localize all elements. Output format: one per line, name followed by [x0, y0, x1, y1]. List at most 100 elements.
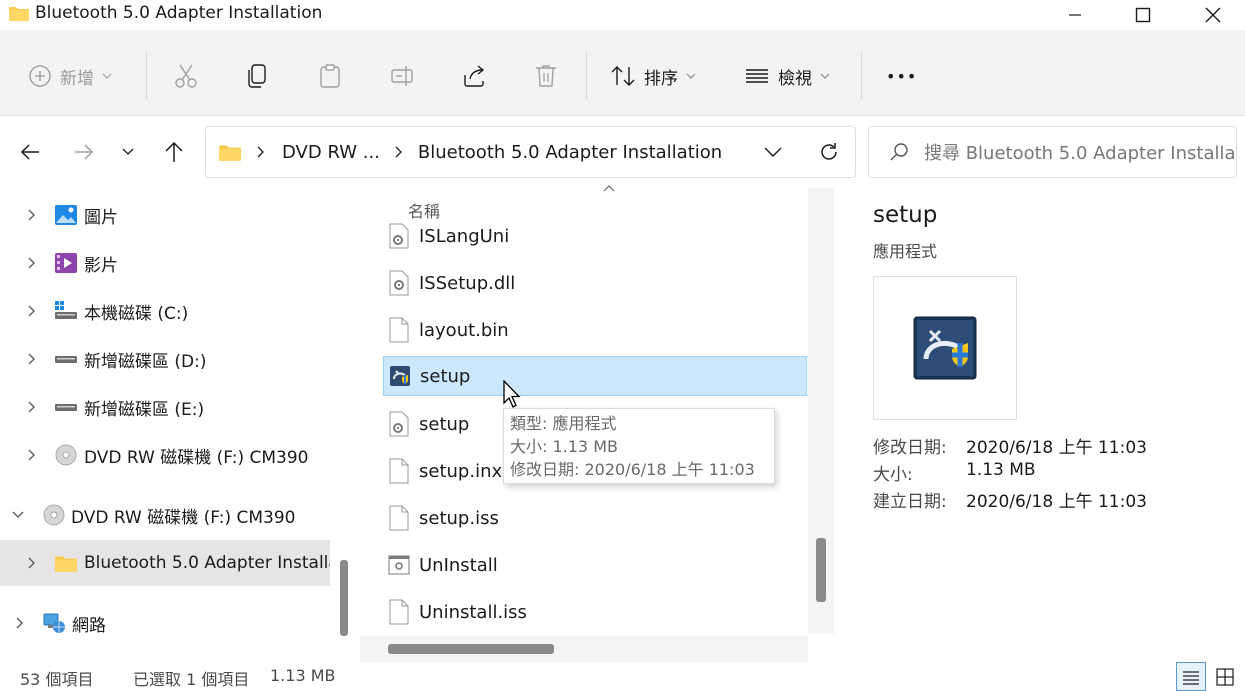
file-name: UnInstall [419, 554, 498, 576]
copy-button[interactable] [246, 58, 270, 94]
paste-button[interactable] [318, 58, 342, 94]
close-button[interactable] [1178, 0, 1245, 30]
vertical-scroll-thumb[interactable] [816, 538, 826, 602]
view-label: 檢視 [778, 68, 812, 89]
sidebar-item-dvd-drive[interactable]: DVD RW 磁碟機 (F:) CM390 [0, 432, 330, 478]
chevron-right-icon [395, 146, 402, 158]
arrow-up-icon [165, 141, 183, 162]
maximize-icon [1135, 7, 1151, 23]
sidebar-item-label: 本機磁碟 (C:) [84, 303, 189, 324]
sidebar-item-drive-d[interactable]: 新增磁碟區 (D:) [0, 336, 330, 382]
chevron-down-icon [102, 73, 112, 79]
sort-label: 排序 [644, 68, 678, 89]
file-name: setup [419, 413, 470, 435]
new-button[interactable]: 新增 [28, 58, 112, 94]
minimize-button[interactable] [1040, 0, 1110, 30]
sidebar-item-pictures[interactable]: 圖片 [0, 192, 330, 238]
sidebar-item-drive-c[interactable]: 本機磁碟 (C:) [0, 288, 330, 334]
file-row-selected[interactable]: setup [383, 356, 807, 396]
tooltip-type: 類型: 應用程式 [510, 414, 617, 433]
share-icon [464, 65, 485, 87]
chevron-right-icon[interactable] [24, 255, 40, 271]
sort-button[interactable]: 排序 [610, 58, 696, 94]
back-button[interactable] [14, 136, 46, 168]
search-input[interactable]: 搜尋 Bluetooth 5.0 Adapter Installa... [924, 139, 1236, 165]
file-row[interactable]: Uninstall.iss [383, 592, 807, 632]
blank-file-icon [389, 599, 409, 625]
command-bar: 新增 排序 檢視 ••• [0, 30, 1245, 116]
file-row[interactable]: ISLangUni [383, 216, 807, 256]
tooltip-modified: 修改日期: 2020/6/18 上午 11:03 [510, 460, 755, 479]
details-preview [873, 276, 1017, 420]
file-name: ISLangUni [419, 225, 510, 247]
sidebar-scrollbar[interactable] [340, 560, 348, 636]
sidebar-item-drive-e[interactable]: 新增磁碟區 (E:) [0, 384, 330, 430]
details-view-button[interactable] [1176, 662, 1206, 691]
cut-button[interactable] [174, 58, 198, 94]
chevron-right-icon[interactable] [24, 447, 40, 463]
drive-icon [55, 404, 77, 411]
breadcrumb-current[interactable]: Bluetooth 5.0 Adapter Installation [418, 142, 722, 163]
folder-icon [9, 7, 29, 21]
file-row[interactable]: UnInstall [383, 545, 807, 585]
file-row[interactable]: ISSetup.dll [383, 263, 807, 303]
sidebar-item-network[interactable]: 網路 [0, 600, 330, 646]
file-name: setup [420, 365, 471, 387]
delete-button[interactable] [534, 58, 558, 94]
file-name: setup.iss [419, 507, 499, 529]
chevron-right-icon [257, 146, 264, 158]
details-size-value: 1.13 MB [966, 460, 1036, 480]
details-created-label: 建立日期: [873, 492, 947, 512]
selection-count: 已選取 1 個項目 [133, 670, 250, 689]
search-box[interactable]: 搜尋 Bluetooth 5.0 Adapter Installa... [868, 126, 1237, 178]
file-name: layout.bin [419, 319, 509, 341]
sort-icon [611, 66, 635, 86]
rename-button[interactable] [390, 58, 416, 94]
tiles-view-button[interactable] [1210, 662, 1240, 691]
app-window-icon [388, 555, 410, 575]
up-button[interactable] [158, 136, 190, 168]
horizontal-scroll-thumb[interactable] [388, 644, 554, 654]
refresh-icon[interactable] [818, 141, 840, 163]
sidebar-item-label: DVD RW 磁碟機 (F:) CM390 [84, 447, 309, 468]
maximize-button[interactable] [1108, 0, 1178, 30]
view-button[interactable]: 檢視 [744, 58, 830, 94]
system-drive-icon [55, 301, 77, 319]
chevron-down-icon [820, 73, 830, 79]
chevron-right-icon[interactable] [12, 615, 28, 631]
sidebar-item-label: DVD RW 磁碟機 (F:) CM390 [71, 507, 296, 528]
close-icon [1205, 7, 1221, 23]
disc-icon [43, 504, 65, 526]
sidebar-item-dvd-drive-expanded[interactable]: DVD RW 磁碟機 (F:) CM390 [0, 492, 330, 538]
more-icon: ••• [886, 66, 918, 86]
chevron-down-icon[interactable] [764, 146, 782, 158]
share-button[interactable] [462, 58, 488, 94]
clipboard-icon [320, 64, 340, 88]
drive-icon [55, 356, 77, 363]
file-row[interactable]: layout.bin [383, 310, 807, 350]
window-title: Bluetooth 5.0 Adapter Installation [35, 3, 323, 23]
network-icon [43, 613, 65, 633]
dll-file-icon [389, 270, 409, 296]
more-options-button[interactable]: ••• [886, 58, 917, 94]
minimize-icon [1069, 14, 1081, 16]
chevron-right-icon[interactable] [24, 303, 40, 319]
chevron-right-icon[interactable] [24, 351, 40, 367]
sidebar-item-videos[interactable]: 影片 [0, 240, 330, 286]
navigation-bar: DVD RW ... Bluetooth 5.0 Adapter Install… [0, 116, 1245, 188]
setup-app-icon [913, 316, 977, 380]
recent-locations-button[interactable] [112, 136, 144, 168]
chevron-right-icon[interactable] [24, 399, 40, 415]
chevron-down-icon[interactable] [10, 507, 26, 523]
new-label: 新增 [60, 68, 94, 89]
disc-icon [55, 444, 77, 466]
breadcrumb-dvd[interactable]: DVD RW ... [282, 142, 380, 163]
arrow-left-icon [20, 144, 39, 160]
chevron-right-icon[interactable] [24, 207, 40, 223]
forward-button[interactable] [68, 136, 100, 168]
folder-icon [55, 556, 77, 572]
file-row[interactable]: setup.iss [383, 498, 807, 538]
chevron-right-icon[interactable] [24, 555, 40, 571]
sidebar-item-bluetooth-folder[interactable]: Bluetooth 5.0 Adapter Installation [0, 540, 330, 586]
address-bar[interactable]: DVD RW ... Bluetooth 5.0 Adapter Install… [205, 126, 856, 178]
